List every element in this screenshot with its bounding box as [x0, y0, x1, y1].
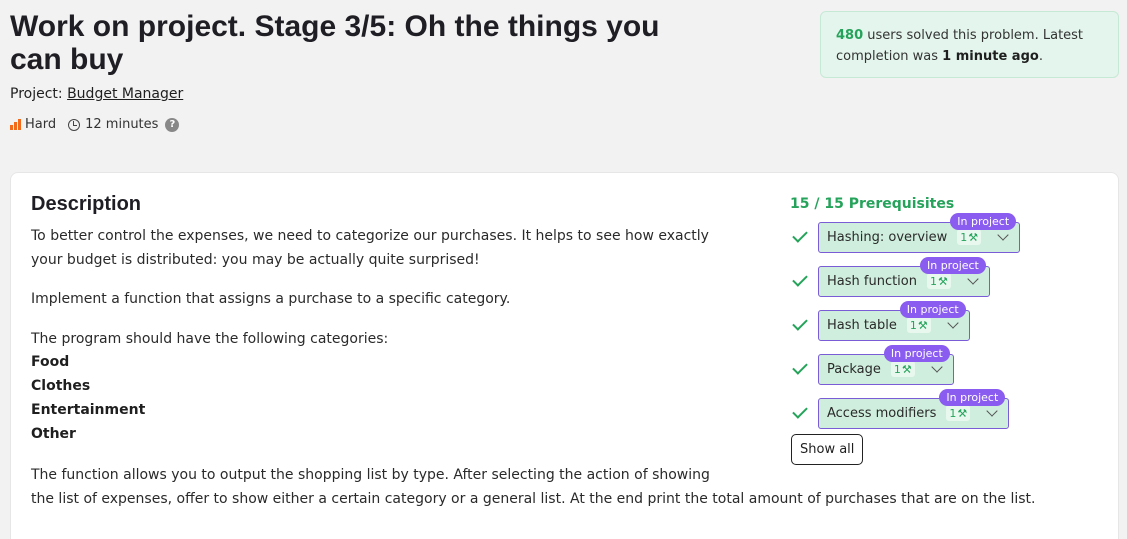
prerequisite-row: Hash table 1 ⚒ In project [790, 300, 970, 341]
difficulty-label: Hard [25, 117, 57, 132]
category-item: Clothes [31, 378, 91, 394]
prerequisite-row: Package 1 ⚒ In project [790, 344, 954, 385]
check-icon [792, 271, 808, 287]
check-icon [792, 315, 808, 331]
hammer-icon: ⚒ [957, 406, 968, 420]
prerequisite-dropdown[interactable]: Access modifiers 1 ⚒ In project [818, 388, 1010, 429]
chevron-down-icon[interactable] [997, 228, 1009, 241]
in-project-badge: In project [883, 344, 950, 362]
chevron-down-icon[interactable] [947, 316, 959, 329]
latest-completion: 1 minute ago [942, 49, 1039, 64]
prerequisite-row: Hash function 1 ⚒ In project [790, 256, 990, 297]
project-count: 1 ⚒ [957, 229, 982, 245]
prerequisites-title: 15 / 15 Prerequisites [790, 196, 955, 212]
project-count: 1 ⚒ [890, 361, 915, 377]
description-line: To better control the expenses, we need … [31, 228, 709, 244]
description-line: The function allows you to output the sh… [31, 467, 710, 483]
prerequisite-row: Access modifiers 1 ⚒ In project [790, 388, 1010, 429]
chevron-down-icon[interactable] [967, 272, 979, 285]
hammer-icon: ⚒ [938, 274, 948, 288]
category-item: Food [31, 354, 70, 370]
duration-label: 12 minutes [85, 117, 159, 132]
in-project-badge: In project [899, 300, 966, 318]
help-icon[interactable]: ? [165, 117, 180, 132]
description-heading: Description [31, 193, 142, 215]
description-paragraph-3: The program should have the following ca… [31, 331, 389, 347]
description-line: the list of expenses, offer to show eith… [31, 491, 1036, 507]
in-project-badge: In project [919, 256, 986, 274]
project-line: Project: Budget Manager [10, 86, 183, 102]
in-project-badge: In project [950, 212, 1017, 230]
prerequisite-dropdown[interactable]: Hash function 1 ⚒ In project [818, 256, 990, 297]
prerequisite-name: Hashing: overview [827, 229, 948, 245]
project-link[interactable]: Budget Manager [67, 86, 183, 102]
project-count: 1 ⚒ [906, 317, 931, 333]
chevron-down-icon[interactable] [986, 404, 998, 417]
in-project-badge: In project [939, 388, 1006, 406]
description-paragraph-1: To better control the expenses, we need … [31, 224, 709, 272]
chevron-down-icon[interactable] [931, 360, 943, 373]
description-line: your budget is distributed: you may be a… [31, 252, 480, 268]
description-paragraph-4: The function allows you to output the sh… [31, 463, 1035, 511]
clock-icon [68, 118, 81, 131]
show-all-button[interactable]: Show all [791, 434, 864, 465]
prerequisite-row: Hashing: overview 1 ⚒ In project [790, 212, 1021, 253]
category-item: Entertainment [31, 402, 146, 418]
solved-text-end: . [1038, 49, 1043, 64]
project-count: 1 ⚒ [927, 273, 951, 289]
check-icon [792, 403, 808, 419]
check-icon [792, 227, 808, 243]
difficulty-bars-icon [10, 119, 21, 130]
prerequisite-name: Hash function [827, 273, 917, 289]
check-icon [792, 359, 808, 375]
prerequisite-name: Hash table [827, 317, 897, 333]
project-count: 1 ⚒ [946, 405, 971, 421]
hammer-icon: ⚒ [917, 318, 928, 332]
solved-count: 480 [836, 28, 864, 43]
page-title: Work on project. Stage 3/5: Oh the thing… [10, 10, 660, 76]
solved-stats-box: 480 users solved this problem. Latest co… [820, 11, 1119, 78]
description-paragraph-2: Implement a function that assigns a purc… [31, 291, 511, 307]
prerequisite-dropdown[interactable]: Package 1 ⚒ In project [818, 344, 954, 385]
prerequisite-name: Access modifiers [827, 405, 937, 421]
project-label: Project: [10, 86, 63, 102]
hammer-icon: ⚒ [901, 362, 912, 376]
stage-meta: Hard 12 minutes ? [10, 117, 180, 132]
prerequisite-dropdown[interactable]: Hashing: overview 1 ⚒ In project [818, 212, 1021, 253]
hammer-icon: ⚒ [968, 230, 979, 244]
category-item: Other [31, 426, 76, 442]
prerequisite-name: Package [827, 361, 881, 377]
prerequisite-dropdown[interactable]: Hash table 1 ⚒ In project [818, 300, 970, 341]
